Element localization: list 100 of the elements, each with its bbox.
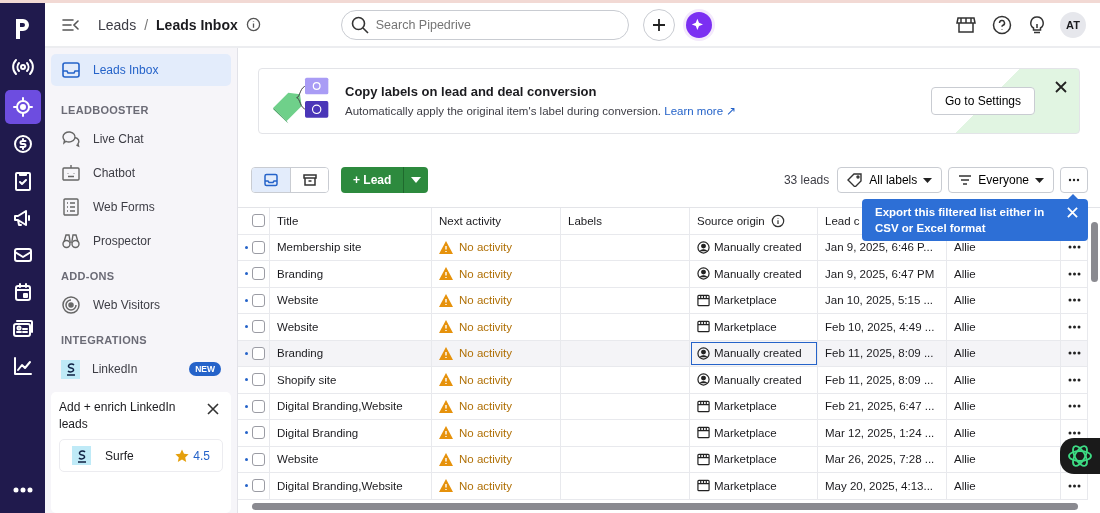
activity-status: No activity [459, 373, 513, 386]
list-icon [61, 197, 81, 217]
learn-more-link[interactable]: Learn more ↗ [664, 105, 737, 117]
scrollbar-thumb[interactable] [1090, 222, 1098, 282]
caret-icon [923, 177, 933, 183]
select-all-checkbox[interactable] [252, 214, 265, 228]
row-checkbox[interactable] [252, 452, 265, 466]
search-field[interactable]: Search Pipedrive [340, 9, 629, 40]
table-cell: Branding [270, 340, 432, 366]
activity-status: No activity [459, 267, 513, 280]
table-cell: Allie [947, 393, 1061, 419]
chat-icon [61, 129, 81, 149]
column-header[interactable]: Labels [568, 214, 602, 227]
row-checkbox[interactable] [252, 399, 265, 413]
unread-dot [245, 404, 248, 408]
column-header[interactable]: Next activity [439, 214, 501, 227]
lightbulb-icon[interactable] [1028, 14, 1046, 35]
row-actions-icon[interactable] [1067, 298, 1081, 303]
go-to-settings-button[interactable]: Go to Settings [930, 87, 1035, 115]
table-cell: Digital Branding [270, 420, 432, 446]
warning-icon [439, 293, 453, 307]
unread-dot [245, 484, 248, 488]
sidebar-item[interactable]: Web Visitors [51, 288, 231, 322]
info-icon[interactable] [245, 17, 261, 32]
column-header[interactable]: Title [277, 214, 299, 227]
warning-icon [439, 320, 453, 334]
activity-status: No activity [459, 400, 513, 413]
table-cell: Digital Branding,Website [270, 473, 432, 499]
table-cell: Allie [947, 314, 1061, 340]
help-icon[interactable] [992, 14, 1012, 35]
row-checkbox[interactable] [252, 346, 265, 360]
tag-icon [847, 173, 864, 187]
column-header[interactable]: Source origin [697, 214, 765, 227]
atom-icon [1066, 442, 1094, 470]
sidebar-item[interactable]: LinkedIn NEW [51, 352, 231, 386]
close-icon[interactable] [207, 403, 219, 415]
app-card[interactable]: Surfe 4.5 [59, 439, 223, 472]
banner-title: Copy labels on lead and deal conversion [345, 84, 598, 99]
store-icon[interactable] [956, 14, 976, 35]
ai-sparkle-icon[interactable] [682, 8, 715, 41]
row-actions-icon[interactable] [1067, 245, 1081, 250]
row-checkbox[interactable] [252, 373, 265, 387]
row-actions-icon[interactable] [1067, 351, 1081, 356]
assistant-button[interactable] [1060, 438, 1100, 474]
person-icon [697, 240, 710, 254]
row-actions-icon[interactable] [1067, 377, 1081, 382]
unread-dot [245, 378, 248, 382]
binoculars-icon [61, 231, 81, 251]
lead-count: 33 leads [783, 173, 830, 187]
target-icon[interactable] [4, 90, 41, 124]
sidebar-item[interactable]: Prospector [51, 224, 231, 258]
source-label: Marketplace [714, 426, 777, 439]
row-checkbox[interactable] [252, 479, 265, 493]
labels-filter-dropdown[interactable]: All labels [837, 167, 943, 193]
unread-dot [245, 298, 248, 302]
add-lead-button[interactable]: + Lead [341, 167, 404, 193]
collapse-sidebar-icon[interactable] [62, 17, 80, 32]
tooltip-text: Export this filtered list either in CSV or Excel format [875, 205, 1046, 236]
row-actions-icon[interactable] [1067, 324, 1081, 329]
breadcrumb-link[interactable]: Leads [98, 16, 137, 33]
table-cell: Allie [947, 287, 1061, 313]
source-label: Marketplace [714, 320, 777, 333]
row-actions-icon[interactable] [1067, 483, 1081, 488]
store-icon [697, 426, 710, 440]
owner-filter-dropdown[interactable]: Everyone [948, 167, 1054, 193]
warning-icon [439, 267, 453, 281]
user-avatar[interactable]: AT [1060, 11, 1086, 38]
add-lead-dropdown-button[interactable] [403, 167, 429, 193]
row-checkbox[interactable] [252, 267, 265, 281]
sidebar-item[interactable]: Leads Inbox [51, 54, 231, 86]
sidebar-item-label: Live Chat [93, 132, 145, 146]
table-cell: Jan 9, 2025, 6:47 PM [818, 261, 947, 287]
sidebar-item[interactable]: Chatbot [51, 156, 231, 190]
activity-status: No activity [459, 426, 513, 439]
row-checkbox[interactable] [252, 320, 265, 334]
table-cell: Branding [270, 261, 432, 287]
sidebar-item-label: Web Visitors [93, 298, 161, 312]
sidebar-item[interactable]: Web Forms [51, 190, 231, 224]
warning-icon [439, 479, 453, 493]
table-cell: Jan 10, 2025, 5:15 ... [818, 287, 947, 313]
source-label: Manually created [714, 267, 802, 280]
close-icon[interactable] [1055, 81, 1067, 93]
scrollbar-thumb[interactable] [252, 503, 1078, 510]
warning-icon [439, 399, 453, 413]
banner-text: Automatically apply the original item's label during conversion. [345, 105, 662, 117]
table-cell: Allie [947, 261, 1061, 287]
row-checkbox[interactable] [252, 240, 265, 254]
row-actions-icon[interactable] [1067, 271, 1081, 276]
row-checkbox[interactable] [252, 293, 265, 307]
row-actions-icon[interactable] [1067, 404, 1081, 409]
archive-view-button[interactable] [290, 168, 328, 192]
inbox-view-button[interactable] [252, 168, 290, 192]
sidebar-item[interactable]: Live Chat [51, 122, 231, 156]
sidebar-item-label: Web Forms [93, 200, 156, 214]
column-header[interactable]: Lead c [825, 214, 860, 227]
search-icon [350, 15, 369, 34]
row-checkbox[interactable] [252, 426, 265, 440]
add-icon[interactable] [642, 8, 675, 41]
info-icon[interactable] [770, 213, 785, 228]
row-actions-icon[interactable] [1067, 430, 1081, 435]
